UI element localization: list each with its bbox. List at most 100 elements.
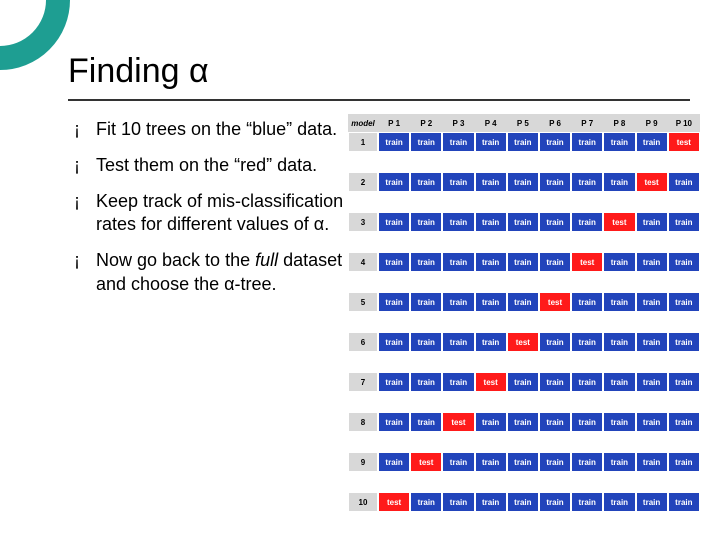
cv-spacer-row xyxy=(348,392,700,412)
cv-cell-train: train xyxy=(636,492,668,512)
cv-cell-train: train xyxy=(442,212,474,232)
cv-cell-train: train xyxy=(442,452,474,472)
cv-cell-train: train xyxy=(507,492,539,512)
cv-cell-train: train xyxy=(571,132,603,152)
table-row: 2traintraintraintraintraintraintraintrai… xyxy=(348,172,700,192)
cv-row-header: 9 xyxy=(348,452,378,472)
cv-cell-train: train xyxy=(378,292,410,312)
table-row: 5traintraintraintraintraintesttraintrain… xyxy=(348,292,700,312)
cv-corner-header: model xyxy=(348,114,378,132)
cv-cell-train: train xyxy=(539,412,571,432)
cv-row-header: 8 xyxy=(348,412,378,432)
cv-cell-train: train xyxy=(571,332,603,352)
cv-col-header: P 3 xyxy=(442,114,474,132)
bullet-item: Fit 10 trees on the “blue” data. xyxy=(74,118,344,142)
cv-row-header: 1 xyxy=(348,132,378,152)
cv-cell-test: test xyxy=(636,172,668,192)
cv-cell-train: train xyxy=(636,412,668,432)
cv-cell-train: train xyxy=(378,132,410,152)
cv-cell-train: train xyxy=(442,132,474,152)
cv-cell-train: train xyxy=(603,492,635,512)
cv-cell-train: train xyxy=(539,212,571,232)
cv-col-header: P 7 xyxy=(571,114,603,132)
cv-cell-train: train xyxy=(378,372,410,392)
cv-cell-train: train xyxy=(539,332,571,352)
slide-title: Finding α xyxy=(68,52,690,97)
cv-row-header: 2 xyxy=(348,172,378,192)
cv-table-head: model P 1P 2P 3P 4P 5P 6P 7P 8P 9P 10 xyxy=(348,114,700,132)
cv-cell-train: train xyxy=(668,252,700,272)
cv-cell-test: test xyxy=(410,452,442,472)
corner-decoration-circle xyxy=(0,0,70,70)
bullet-text-pre: Now go back to the xyxy=(96,250,255,270)
cv-cell-train: train xyxy=(378,332,410,352)
cv-cell-train: train xyxy=(668,212,700,232)
cv-cell-train: train xyxy=(668,332,700,352)
cv-row-header: 5 xyxy=(348,292,378,312)
cv-cell-train: train xyxy=(636,132,668,152)
cv-table: model P 1P 2P 3P 4P 5P 6P 7P 8P 9P 10 1t… xyxy=(348,114,700,512)
cv-cell-train: train xyxy=(603,292,635,312)
cv-cell-train: train xyxy=(507,452,539,472)
cv-cell-train: train xyxy=(539,372,571,392)
cv-cell-train: train xyxy=(475,492,507,512)
cv-cell-train: train xyxy=(668,412,700,432)
cv-cell-train: train xyxy=(475,252,507,272)
cv-cell-train: train xyxy=(668,172,700,192)
cv-cell-train: train xyxy=(636,252,668,272)
cv-cell-train: train xyxy=(475,292,507,312)
cv-cell-train: train xyxy=(668,492,700,512)
cv-cell-train: train xyxy=(507,212,539,232)
table-row: 4traintraintraintraintraintraintesttrain… xyxy=(348,252,700,272)
cv-cell-test: test xyxy=(668,132,700,152)
table-row: 8traintraintesttraintraintraintraintrain… xyxy=(348,412,700,432)
cv-spacer-row xyxy=(348,152,700,172)
table-row: 1traintraintraintraintraintraintraintrai… xyxy=(348,132,700,152)
cv-cell-train: train xyxy=(603,452,635,472)
cv-cell-train: train xyxy=(603,132,635,152)
cv-cell-train: train xyxy=(507,412,539,432)
cv-cell-train: train xyxy=(410,172,442,192)
title-underline xyxy=(68,99,690,101)
slide: Finding α Fit 10 trees on the “blue” dat… xyxy=(0,0,720,540)
cv-cell-train: train xyxy=(475,452,507,472)
cv-cell-train: train xyxy=(378,172,410,192)
cv-spacer-row xyxy=(348,272,700,292)
cv-cell-train: train xyxy=(571,412,603,432)
cv-col-header: P 2 xyxy=(410,114,442,132)
bullet-text: Test them on the “red” data. xyxy=(96,155,317,175)
cv-col-header: P 4 xyxy=(475,114,507,132)
bullet-item: Keep track of mis-classification rates f… xyxy=(74,190,344,238)
cv-cell-train: train xyxy=(475,212,507,232)
title-area: Finding α xyxy=(68,52,690,101)
cv-col-header: P 1 xyxy=(378,114,410,132)
cv-header-row: model P 1P 2P 3P 4P 5P 6P 7P 8P 9P 10 xyxy=(348,114,700,132)
cv-cell-train: train xyxy=(539,252,571,272)
cv-cell-train: train xyxy=(571,492,603,512)
cv-cell-train: train xyxy=(410,292,442,312)
cv-cell-train: train xyxy=(636,292,668,312)
cv-spacer-row xyxy=(348,432,700,452)
cv-cell-train: train xyxy=(378,452,410,472)
cv-cell-train: train xyxy=(603,172,635,192)
cv-cell-train: train xyxy=(507,132,539,152)
cv-cell-train: train xyxy=(475,172,507,192)
cv-cell-train: train xyxy=(636,372,668,392)
cv-col-header: P 6 xyxy=(539,114,571,132)
cv-spacer-row xyxy=(348,192,700,212)
cv-cell-test: test xyxy=(507,332,539,352)
cv-cell-train: train xyxy=(410,412,442,432)
cv-cell-train: train xyxy=(636,212,668,232)
cv-cell-train: train xyxy=(475,412,507,432)
cv-row-header: 7 xyxy=(348,372,378,392)
cv-cell-test: test xyxy=(378,492,410,512)
cv-spacer-row xyxy=(348,472,700,492)
cv-col-header: P 10 xyxy=(668,114,700,132)
cv-cell-train: train xyxy=(507,252,539,272)
cv-col-header: P 9 xyxy=(636,114,668,132)
cv-cell-train: train xyxy=(603,372,635,392)
cv-cell-train: train xyxy=(636,332,668,352)
cv-cell-train: train xyxy=(603,412,635,432)
cv-cell-train: train xyxy=(603,332,635,352)
cv-cell-train: train xyxy=(668,452,700,472)
